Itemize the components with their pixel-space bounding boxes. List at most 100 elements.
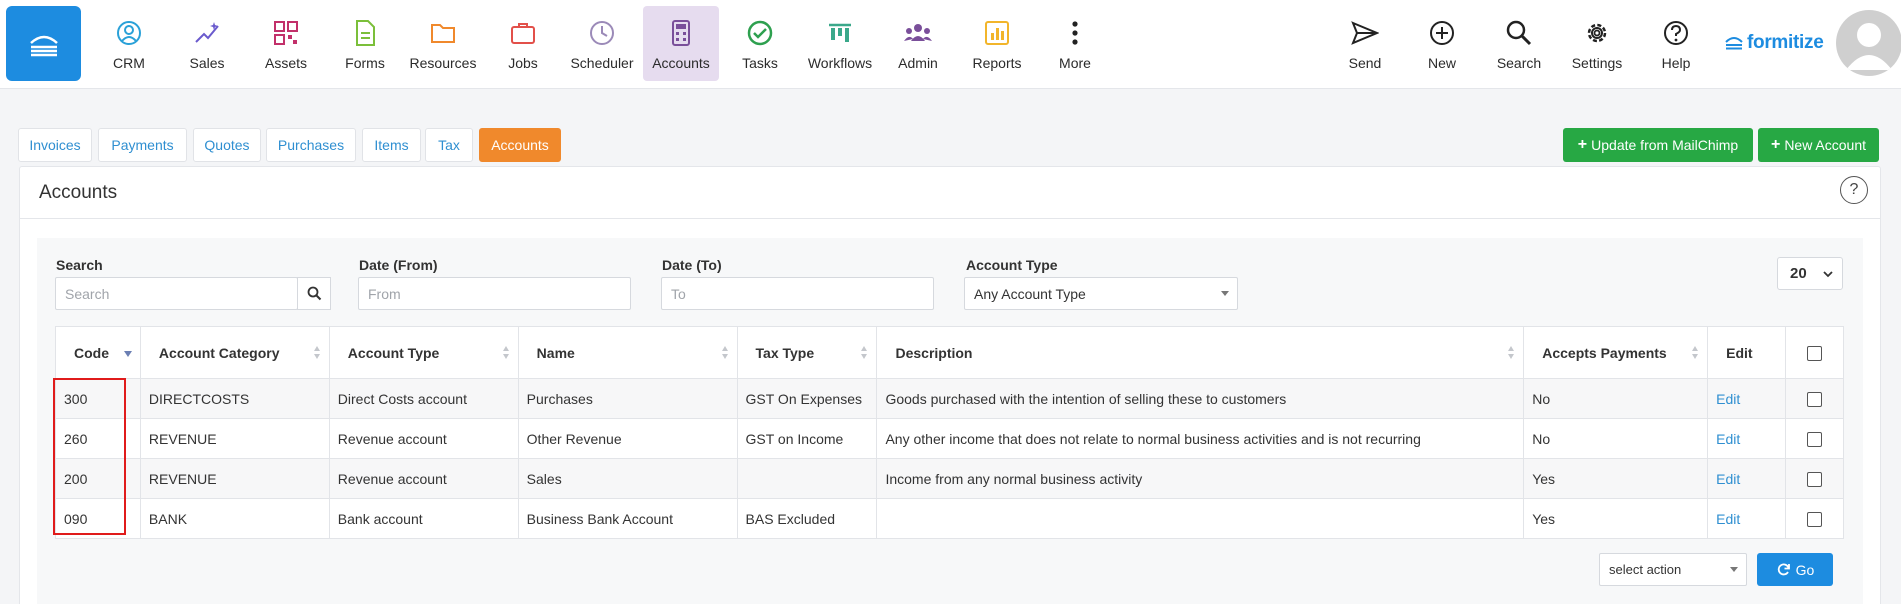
chevron-down-icon: [1823, 271, 1833, 278]
column-header-name[interactable]: Name: [517, 326, 738, 379]
column-header-accepts-payments[interactable]: Accepts Payments: [1523, 326, 1709, 379]
edit-link[interactable]: Edit: [1716, 471, 1740, 487]
cell-select: [1785, 418, 1844, 459]
nav-new[interactable]: New: [1404, 6, 1480, 81]
column-header-account-type[interactable]: Account Type: [328, 326, 519, 379]
nav-resources[interactable]: Resources: [405, 6, 481, 81]
cell-category: REVENUE: [139, 418, 330, 459]
nav-sales[interactable]: Sales: [169, 6, 245, 81]
more-icon: [1060, 18, 1090, 48]
account-type-select[interactable]: Any Account Type: [964, 277, 1238, 310]
search-icon: [1504, 18, 1534, 48]
column-header-code[interactable]: Code: [55, 326, 141, 379]
nav-help[interactable]: Help: [1638, 6, 1714, 81]
nav-label: CRM: [113, 55, 145, 71]
cell-accepts: No: [1523, 418, 1709, 459]
edit-link[interactable]: Edit: [1716, 391, 1740, 407]
cell-category: BANK: [139, 498, 330, 539]
edit-link[interactable]: Edit: [1716, 431, 1740, 447]
update-from-mailchimp-button[interactable]: + Update from MailChimp: [1563, 128, 1753, 162]
nav-scheduler[interactable]: Scheduler: [564, 6, 640, 81]
nav-label: Tasks: [742, 55, 778, 71]
nav-workflows[interactable]: Workflows: [802, 6, 878, 81]
column-header-account-category[interactable]: Account Category: [139, 326, 330, 379]
sort-icon: [502, 346, 510, 360]
search-label: Search: [56, 257, 103, 273]
resources-icon: [428, 18, 458, 48]
formitize-logo[interactable]: formitize: [1724, 32, 1824, 54]
page-title: Accounts: [39, 182, 118, 203]
search-input[interactable]: [55, 277, 298, 310]
help-circle-icon[interactable]: ?: [1840, 176, 1868, 204]
nav-send[interactable]: Send: [1327, 6, 1403, 81]
row-checkbox[interactable]: [1807, 471, 1823, 487]
cell-edit: Edit: [1707, 458, 1787, 499]
cell-tax: BAS Excluded: [736, 498, 878, 539]
tab-invoices[interactable]: Invoices: [18, 128, 92, 162]
user-avatar[interactable]: [1836, 10, 1901, 76]
nav-assets[interactable]: Assets: [248, 6, 324, 81]
row-checkbox[interactable]: [1807, 391, 1823, 407]
cell-select: [1785, 378, 1844, 419]
nav-search[interactable]: Search: [1481, 6, 1557, 81]
nav-label: Forms: [345, 55, 385, 71]
logo-mark-icon: [1725, 37, 1743, 50]
go-button[interactable]: Go: [1757, 553, 1833, 586]
row-checkbox[interactable]: [1807, 511, 1823, 527]
nav-label: Accounts: [652, 55, 710, 71]
tab-accounts[interactable]: Accounts: [479, 128, 561, 162]
column-header-tax-type[interactable]: Tax Type: [736, 326, 878, 379]
table-row: 300 DIRECTCOSTS Direct Costs account Pur…: [55, 378, 1844, 419]
row-checkbox[interactable]: [1807, 431, 1823, 447]
cell-tax: GST on Income: [736, 418, 878, 459]
nav-settings[interactable]: Settings: [1559, 6, 1635, 81]
select-all-checkbox[interactable]: [1807, 345, 1823, 361]
tab-items[interactable]: Items: [362, 128, 421, 162]
page-size-select[interactable]: 20: [1777, 257, 1843, 290]
scheduler-icon: [587, 18, 617, 48]
cell-accepts: No: [1523, 378, 1709, 419]
send-icon: [1350, 18, 1380, 48]
cell-category: REVENUE: [139, 458, 330, 499]
nav-reports[interactable]: Reports: [959, 6, 1035, 81]
date-from-input[interactable]: [358, 277, 631, 310]
dropdown-caret-icon: [1221, 291, 1229, 296]
cell-accepts: Yes: [1523, 498, 1709, 539]
nav-label: Send: [1348, 55, 1382, 71]
cell-edit: Edit: [1707, 418, 1787, 459]
code-column-highlight-box: [53, 378, 126, 535]
nav-jobs[interactable]: Jobs: [485, 6, 561, 81]
search-button[interactable]: [297, 277, 331, 310]
tab-quotes[interactable]: Quotes: [193, 128, 261, 162]
tab-tax[interactable]: Tax: [425, 128, 473, 162]
page-size-value: 20: [1790, 265, 1807, 282]
nav-admin[interactable]: Admin: [880, 6, 956, 81]
settings-icon: [1582, 18, 1612, 48]
nav-accounts[interactable]: Accounts: [643, 6, 719, 81]
assets-icon: [271, 18, 301, 48]
column-header-description[interactable]: Description: [876, 326, 1525, 379]
home-button[interactable]: [6, 6, 81, 81]
table-row: 090 BANK Bank account Business Bank Acco…: [55, 498, 1844, 539]
nav-label: Sales: [189, 55, 225, 71]
plus-icon: +: [1577, 136, 1588, 153]
nav-more[interactable]: More: [1037, 6, 1113, 81]
tab-purchases[interactable]: Purchases: [266, 128, 356, 162]
button-label: New Account: [1784, 137, 1867, 153]
cell-type: Direct Costs account: [328, 378, 519, 419]
cell-name: Other Revenue: [517, 418, 738, 459]
bulk-action-select[interactable]: select action: [1599, 553, 1747, 586]
cell-edit: Edit: [1707, 378, 1787, 419]
date-to-label: Date (To): [662, 257, 722, 273]
nav-forms[interactable]: Forms: [327, 6, 403, 81]
nav-crm[interactable]: CRM: [91, 6, 167, 81]
nav-tasks[interactable]: Tasks: [722, 6, 798, 81]
tab-payments[interactable]: Payments: [98, 128, 187, 162]
cell-edit: Edit: [1707, 498, 1787, 539]
date-to-input[interactable]: [661, 277, 934, 310]
edit-link[interactable]: Edit: [1716, 511, 1740, 527]
new-account-button[interactable]: + New Account: [1758, 128, 1879, 162]
user-avatar-icon: [1846, 23, 1892, 70]
sales-icon: [192, 18, 222, 48]
table-header-row: Code Account Category Account Type Name …: [55, 326, 1844, 379]
